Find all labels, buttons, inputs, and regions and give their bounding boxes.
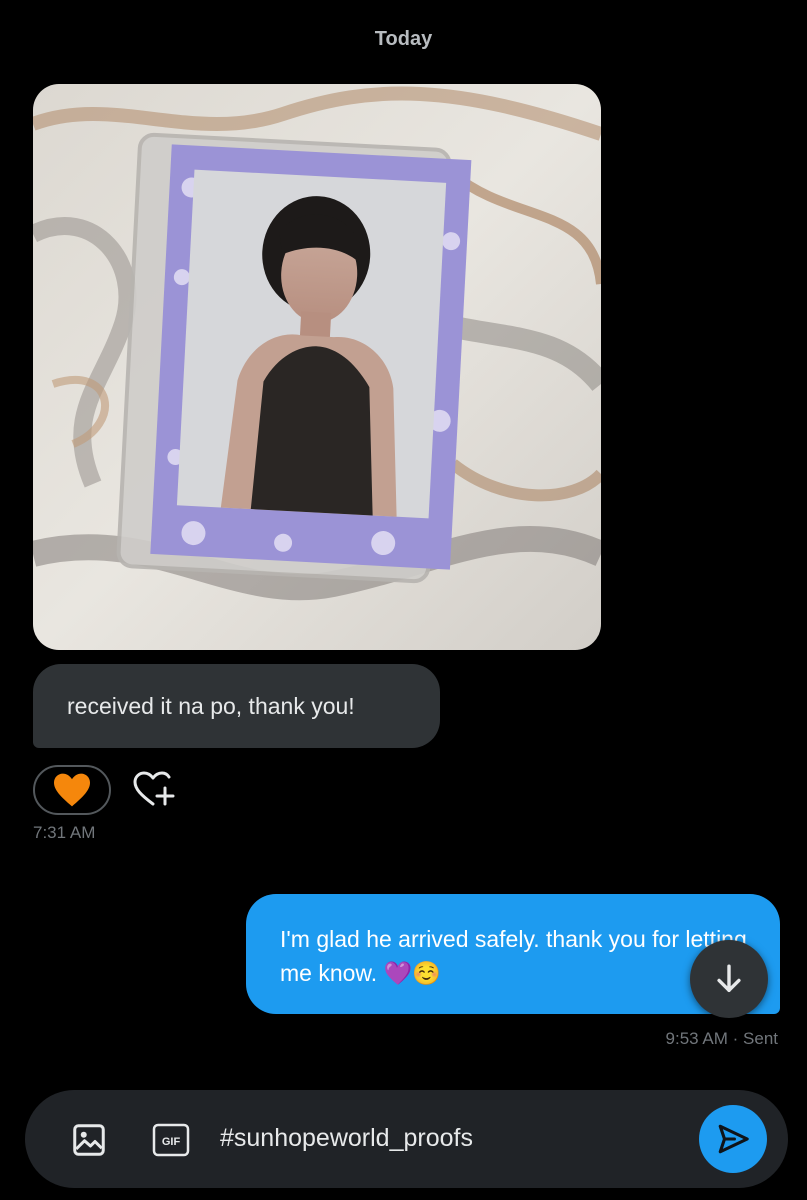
sent-message-text: I'm glad he arrived safely. thank you fo… <box>280 926 747 986</box>
arrow-down-icon <box>717 964 741 993</box>
date-separator: Today <box>374 28 433 50</box>
gif-button[interactable]: GIF <box>151 1120 191 1160</box>
photocard-image <box>33 84 601 650</box>
sent-message-meta: 9:53 AM · Sent <box>665 1029 778 1048</box>
photo-attachment[interactable] <box>33 84 601 650</box>
scroll-to-bottom-button[interactable] <box>690 940 768 1018</box>
send-button[interactable] <box>699 1105 767 1173</box>
image-icon[interactable] <box>69 1120 109 1160</box>
send-icon <box>718 1124 749 1154</box>
gif-icon: GIF <box>152 1123 190 1157</box>
message-composer: GIF #sunhopeworld_proofs <box>25 1090 788 1188</box>
received-message-text: received it na po, thank you! <box>67 692 355 719</box>
orange-heart-icon <box>54 773 90 807</box>
received-timestamp: 7:31 AM <box>33 823 96 842</box>
message-input[interactable]: #sunhopeworld_proofs <box>220 1124 473 1153</box>
svg-text:GIF: GIF <box>162 1136 181 1148</box>
received-message-bubble[interactable]: received it na po, thank you! <box>33 664 440 748</box>
reaction-heart-pill[interactable] <box>33 765 111 815</box>
heart-plus-icon[interactable] <box>131 770 177 810</box>
